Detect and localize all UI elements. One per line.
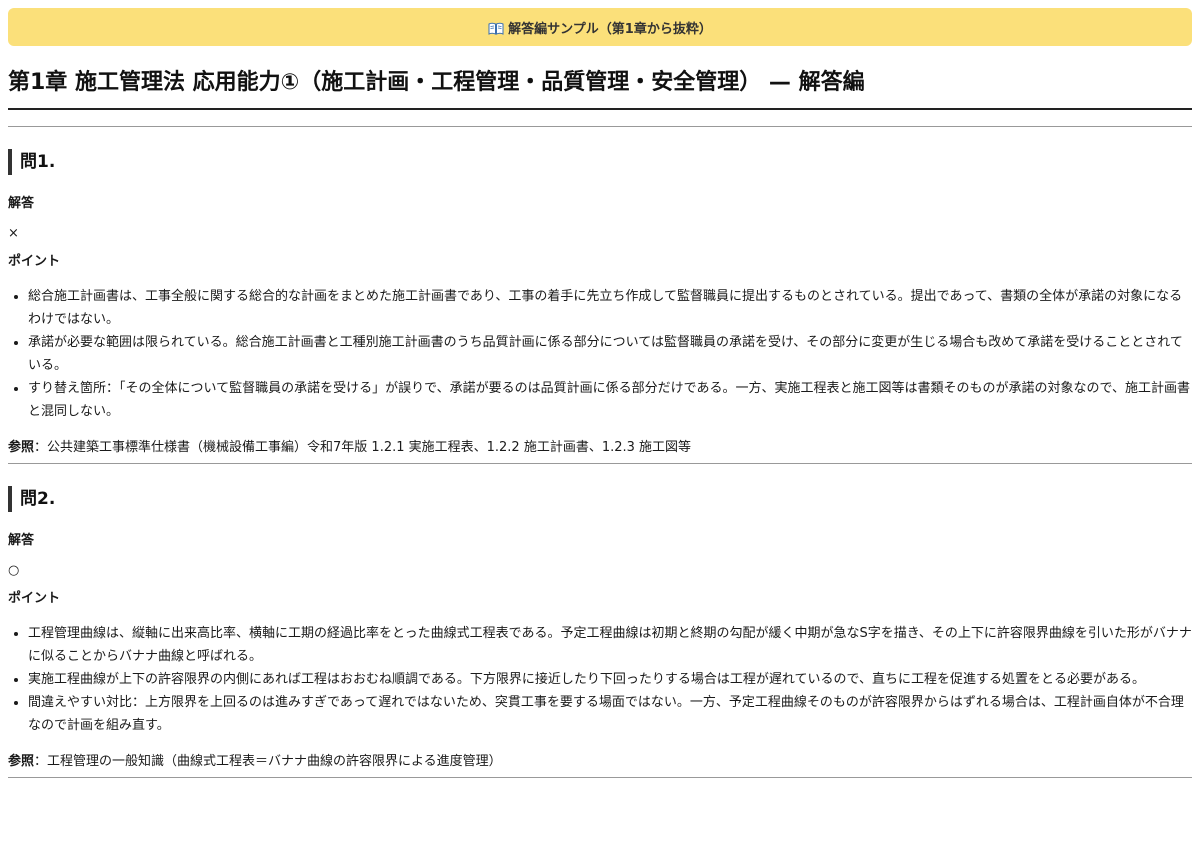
point-list: 総合施工計画書は、工事全般に関する総合的な計画をまとめた施工計画書であり、工事の…	[8, 285, 1192, 423]
list-item: 承諾が必要な範囲は限られている。総合施工計画書と工種別施工計画書のうち品質計画に…	[28, 331, 1192, 377]
list-item: 間違えやすい対比：上方限界を上回るのは進みすぎであって遅れではないため、突貫工事…	[28, 691, 1192, 737]
reference-label: 参照	[8, 754, 35, 769]
divider	[8, 777, 1192, 778]
question-1: 問1. 解答 × ポイント 総合施工計画書は、工事全般に関する総合的な計画をまと…	[8, 149, 1192, 457]
point-label: ポイント	[8, 254, 61, 269]
list-item: 工程管理曲線は、縦軸に出来高比率、横軸に工期の経過比率をとった曲線式工程表である…	[28, 622, 1192, 668]
list-item: 実施工程曲線が上下の許容限界の内側にあれば工程はおおむね順調である。下方限界に接…	[28, 668, 1192, 691]
reference-text: ：公共建築工事標準仕様書（機械設備工事編）令和7年版 1.2.1 実施工程表、1…	[34, 440, 692, 455]
open-book-icon	[488, 22, 504, 35]
list-item: すり替え箇所：「その全体について監督職員の承諾を受ける」が誤りで、承諾が要るのは…	[28, 377, 1192, 423]
answer-mark: ×	[8, 226, 19, 241]
list-item: 総合施工計画書は、工事全般に関する総合的な計画をまとめた施工計画書であり、工事の…	[28, 285, 1192, 331]
point-list: 工程管理曲線は、縦軸に出来高比率、横軸に工期の経過比率をとった曲線式工程表である…	[8, 622, 1192, 737]
point-label: ポイント	[8, 591, 61, 606]
sample-banner: 解答編サンプル（第1章から抜粋）	[8, 8, 1192, 46]
answer-mark: ○	[8, 563, 20, 578]
question-heading: 問2.	[8, 486, 1192, 512]
question-2: 問2. 解答 ○ ポイント 工程管理曲線は、縦軸に出来高比率、横軸に工期の経過比…	[8, 486, 1192, 771]
chapter-title: 第1章 施工管理法 応用能力①（施工計画・工程管理・品質管理・安全管理） — 解…	[8, 68, 1192, 110]
reference: 参照：工程管理の一般知識（曲線式工程表＝バナナ曲線の許容限界による進度管理）	[8, 753, 1192, 771]
answer-label: 解答	[8, 196, 35, 211]
reference-label: 参照	[8, 440, 35, 455]
banner-text: 解答編サンプル（第1章から抜粋）	[508, 21, 712, 37]
page: 解答編サンプル（第1章から抜粋） 第1章 施工管理法 応用能力①（施工計画・工程…	[0, 0, 1200, 855]
divider	[8, 126, 1192, 127]
divider	[8, 463, 1192, 464]
answer-label: 解答	[8, 533, 35, 548]
reference-text: ：工程管理の一般知識（曲線式工程表＝バナナ曲線の許容限界による進度管理）	[34, 754, 502, 769]
question-heading: 問1.	[8, 149, 1192, 175]
reference: 参照：公共建築工事標準仕様書（機械設備工事編）令和7年版 1.2.1 実施工程表…	[8, 439, 1192, 457]
